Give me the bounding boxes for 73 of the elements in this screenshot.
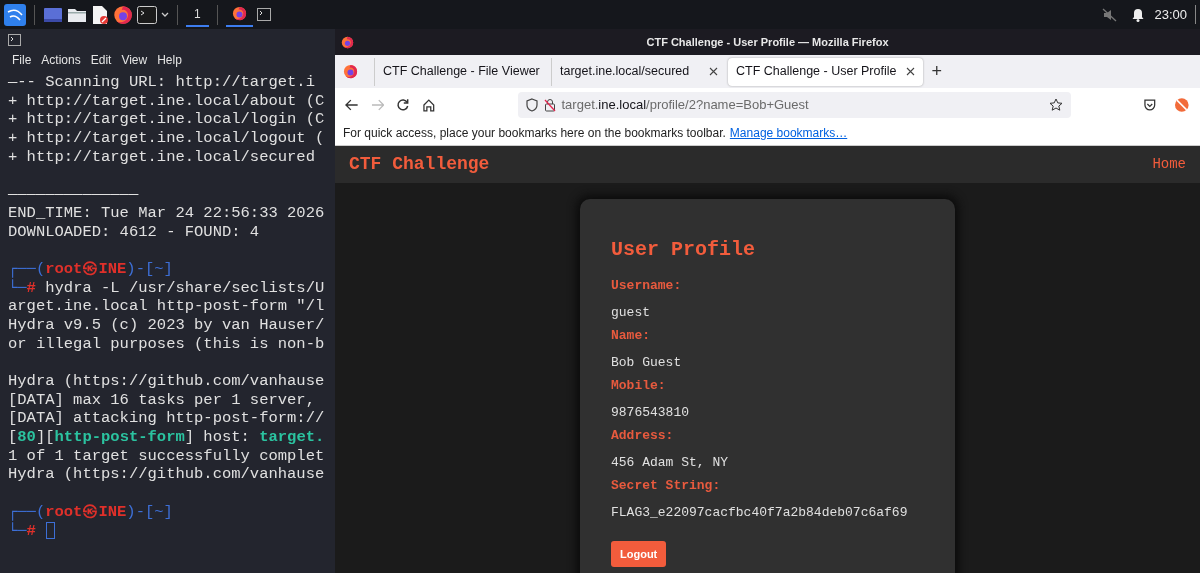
firefox-icon[interactable] [113,4,133,25]
back-icon[interactable] [345,98,359,111]
terminal-line: [DATA] attacking http-post-form:// [8,409,325,429]
terminal-task-icon[interactable] [256,8,271,21]
firefox-icon[interactable] [231,6,247,21]
chevron-icon[interactable] [161,11,169,18]
field-label: Address: [611,427,675,444]
terminal-line: —-- Scanning URL: http://target.i [8,73,315,92]
terminal-line: + http://target.ine.local/login (C [8,110,325,130]
browser-tab[interactable]: CTF Challenge - User Profile [728,57,924,86]
terminal-line: [DATA] max 16 tasks per 1 server, [8,390,315,410]
terminal-line: + http://target.ine.local/about (C [8,91,325,111]
menu-item[interactable]: Actions [41,51,81,69]
desktop-icon[interactable] [43,6,63,23]
field-value: FLAG3_e22097cacfbc40f7a2b84deb07c6af69 [611,505,909,521]
nav-link[interactable]: Home [1152,154,1186,175]
home-icon[interactable] [421,97,436,112]
bookmark-star-icon[interactable] [1048,97,1063,112]
muted-speaker-icon[interactable] [1102,7,1119,22]
clock: 23:00 [1154,4,1196,25]
terminal-line: └─# hydra -L /usr/share/seclists/U [8,278,325,298]
terminal-icon[interactable] [137,5,157,24]
new-tab-button[interactable]: + [931,58,942,85]
terminal-line: arget.ine.local http-post-form "/l [8,297,325,316]
terminal-icon [8,34,21,46]
bookmarks-hint: For quick access, place your bookmarks here on the bookmarks toolbar. [343,125,726,142]
folder-icon[interactable] [67,6,87,23]
insecure-lock-icon[interactable] [543,97,556,112]
field-value: Bob Guest [611,355,683,371]
terminal-line: END_TIME: Tue Mar 24 22:56:33 2026 [8,203,325,223]
terminal-line: + http://target.ine.local/secured [8,147,315,167]
terminal-line: ┌──(root㉿INE)-[~] [8,502,173,521]
bell-icon[interactable] [1132,7,1145,22]
menu-item[interactable]: Edit [90,51,112,69]
close-icon[interactable] [709,67,718,76]
reload-icon[interactable] [396,97,410,112]
text-editor-icon[interactable] [91,4,109,25]
terminal-line: or illegal purposes (this is non-b [8,334,325,354]
terminal-line: Hydra v9.5 (c) 2023 by van Hauser/ [8,315,325,335]
site-brand[interactable]: CTF Challenge [349,151,490,178]
manage-bookmarks-link[interactable]: Manage bookmarks… [729,124,848,142]
terminal-line: [80][http-post-form] host: target. [8,428,325,447]
terminal-line: Hydra (https://github.com/vanhause [8,372,325,391]
firefox-icon [341,35,354,49]
shield-icon[interactable] [525,97,538,112]
menu-item[interactable]: File [12,51,32,69]
field-value: 9876543810 [611,405,690,421]
extension-icon[interactable] [1174,96,1190,113]
field-label: Mobile: [611,377,667,394]
app-menu-icon[interactable] [4,3,26,26]
profile-heading: User Profile [611,237,757,263]
field-label: Secret String: [611,477,722,494]
terminal-line: 1 of 1 target successfully complet [8,446,325,466]
close-icon[interactable] [906,67,916,76]
menu-item[interactable]: View [121,51,148,69]
browser-tab[interactable]: CTF Challenge - File Viewer [374,57,549,86]
terminal-line: Hydra (https://github.com/vanhause [8,465,325,485]
terminal-line: + http://target.ine.local/logout ( [8,129,325,148]
terminal-line: DOWNLOADED: 4612 - FOUND: 4 [8,222,260,242]
terminal-line: ┌──(root㉿INE)-[~] [8,259,173,278]
pocket-icon[interactable] [1142,97,1157,112]
browser-tab[interactable]: target.ine.local/secured [551,57,726,86]
field-label: Username: [611,277,683,294]
field-value: guest [611,305,651,321]
address-bar[interactable]: target.ine.local/profile/2?name=Bob+Guest [517,91,1071,118]
menu-item[interactable]: Help [157,51,182,69]
firefox-view-icon[interactable] [343,64,358,79]
field-value: 456 Adam St, NY [611,455,730,471]
field-label: Name: [611,327,651,344]
terminal-line: └─# [8,521,36,541]
window-title: CTF Challenge - User Profile — Mozilla Firefox [646,34,889,50]
workspace-button[interactable]: 1 [186,2,209,27]
terminal-line: —————————————— [8,185,139,204]
